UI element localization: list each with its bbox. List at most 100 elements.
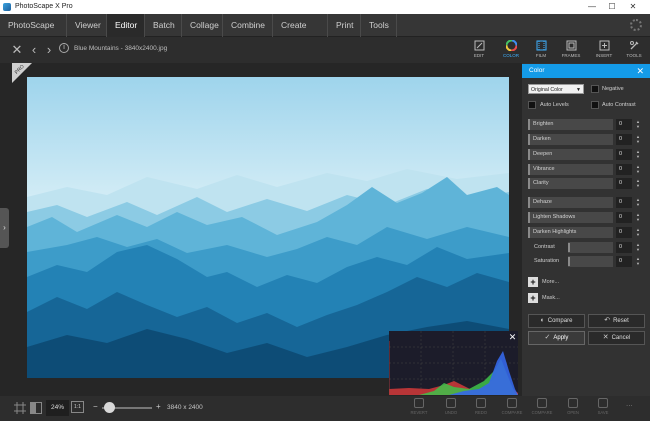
zoom-slider-knob[interactable]	[104, 402, 115, 413]
image-canvas: PRO › ✕	[0, 63, 522, 396]
settings-gear-icon[interactable]	[630, 19, 642, 31]
compare-split-button[interactable]: COMPARE	[528, 398, 556, 415]
redo-button[interactable]: REDO	[467, 398, 495, 415]
saturation-value-input[interactable]: 0	[616, 256, 632, 267]
auto-contrast-checkbox[interactable]	[591, 101, 599, 109]
menu-collage[interactable]: Collage	[182, 14, 223, 37]
darken-stepper-icon[interactable]: ▲ ▼	[634, 134, 642, 145]
compare-button[interactable]: ◐ Compare	[528, 314, 585, 328]
save-icon	[598, 398, 608, 408]
auto-levels-checkbox[interactable]	[528, 101, 536, 109]
brighten-value-input[interactable]: 0	[616, 119, 632, 130]
compare-toggle-button[interactable]: COMPARE	[498, 398, 526, 415]
deepen-slider[interactable]: Deepen	[528, 149, 613, 160]
menu-batch[interactable]: Batch	[145, 14, 182, 37]
tool-insert[interactable]: INSERT	[589, 39, 619, 63]
menu-tools[interactable]: Tools	[361, 14, 397, 37]
bottom-toolbar: 24% 1:1 − + 3840 x 2400 REVERT UNDO REDO…	[0, 396, 650, 421]
tool-edit[interactable]: EDIT	[464, 39, 494, 63]
menu-photoscape-x[interactable]: PhotoScape X	[0, 14, 67, 53]
menu-editor[interactable]: Editor	[107, 14, 145, 37]
darken-highlights-value-input[interactable]: 0	[616, 227, 632, 238]
negative-checkbox[interactable]	[591, 85, 599, 93]
chevron-down-icon: ▼	[576, 87, 581, 93]
info-icon[interactable]: i	[59, 43, 69, 53]
saturation-slider[interactable]	[568, 256, 613, 267]
vibrance-slider[interactable]: Vibrance	[528, 164, 613, 175]
close-image-icon[interactable]: ✕	[11, 42, 23, 58]
next-image-icon[interactable]: ›	[43, 42, 55, 57]
undo-button[interactable]: UNDO	[437, 398, 465, 415]
zoom-out-button[interactable]: −	[93, 402, 98, 411]
tool-film[interactable]: FILM	[526, 39, 556, 63]
compare-split-label: COMPARE	[531, 410, 553, 415]
save-button[interactable]: SAVE	[589, 398, 617, 415]
color-preset-value: Original Color	[531, 87, 563, 93]
dehaze-value-input[interactable]: 0	[616, 197, 632, 208]
more-plus-icon[interactable]: +	[528, 277, 538, 287]
clarity-value-input[interactable]: 0	[616, 178, 632, 189]
cancel-button[interactable]: ✕ Cancel	[588, 331, 645, 345]
vibrance-stepper-icon[interactable]: ▲ ▼	[634, 164, 642, 175]
more-button[interactable]: More...	[542, 279, 559, 285]
lighten-shadows-slider[interactable]: Lighten Shadows	[528, 212, 613, 223]
previous-image-icon[interactable]: ‹	[28, 42, 40, 57]
menu-combine[interactable]: Combine	[223, 14, 273, 37]
color-panel-close-button[interactable]: ✕	[636, 64, 644, 78]
mask-button[interactable]: Mask...	[542, 295, 560, 301]
brighten-slider[interactable]: Brighten	[528, 119, 613, 130]
lighten-shadows-value-input[interactable]: 0	[616, 212, 632, 223]
contrast-value-input[interactable]: 0	[616, 242, 632, 253]
image-filename: Blue Mountains - 3840x2400.jpg	[74, 45, 168, 52]
color-panel: Color ✕ Original Color ▼ Negative Auto L…	[522, 63, 650, 396]
side-panel-toggle[interactable]: ›	[0, 208, 9, 248]
minimize-button[interactable]: —	[586, 2, 598, 12]
contrast-stepper-icon[interactable]: ▲ ▼	[634, 242, 642, 253]
open-button[interactable]: OPEN	[559, 398, 587, 415]
maximize-button[interactable]: ☐	[606, 2, 618, 12]
dehaze-slider[interactable]: Dehaze	[528, 197, 613, 208]
deepen-value-input[interactable]: 0	[616, 149, 632, 160]
tool-color[interactable]: COLOR	[496, 39, 526, 63]
mask-plus-icon[interactable]: +	[528, 293, 538, 303]
reset-button[interactable]: ↶ Reset	[588, 314, 645, 328]
clarity-stepper-icon[interactable]: ▲ ▼	[634, 178, 642, 189]
brighten-stepper-icon[interactable]: ▲ ▼	[634, 119, 642, 130]
zoom-level[interactable]: 24%	[46, 400, 69, 416]
revert-button[interactable]: REVERT	[405, 398, 433, 415]
contrast-slider-thumb[interactable]	[568, 243, 570, 252]
close-window-button[interactable]: ✕	[627, 2, 639, 12]
color-panel-header: Color ✕	[522, 64, 650, 78]
darken-slider[interactable]: Darken	[528, 134, 613, 145]
zoom-in-button[interactable]: +	[156, 402, 161, 411]
darken-value-input[interactable]: 0	[616, 134, 632, 145]
tool-tools[interactable]: TOOLS	[619, 39, 649, 63]
menu-print[interactable]: Print	[328, 14, 361, 37]
saturation-slider-thumb[interactable]	[568, 257, 570, 266]
actual-size-button[interactable]: 1:1	[71, 401, 84, 413]
darken-highlights-stepper-icon[interactable]: ▲ ▼	[634, 227, 642, 238]
redo-icon	[476, 398, 486, 408]
saturation-stepper-icon[interactable]: ▲ ▼	[634, 256, 642, 267]
tool-frames[interactable]: FRAMES	[556, 39, 586, 63]
redo-label: REDO	[474, 410, 488, 415]
histogram-close-button[interactable]: ✕	[507, 332, 518, 343]
undo-icon	[446, 398, 456, 408]
menu-viewer[interactable]: Viewer	[67, 14, 107, 37]
darken-highlights-slider[interactable]: Darken Highlights	[528, 227, 613, 238]
vibrance-value-input[interactable]: 0	[616, 164, 632, 175]
lighten-shadows-stepper-icon[interactable]: ▲ ▼	[634, 212, 642, 223]
contrast-slider[interactable]	[568, 242, 613, 253]
more-options-icon[interactable]: ...	[626, 399, 633, 408]
clarity-slider[interactable]: Clarity	[528, 178, 613, 189]
split-view-icon[interactable]	[30, 402, 42, 414]
dehaze-stepper-icon[interactable]: ▲ ▼	[634, 197, 642, 208]
color-preset-select[interactable]: Original Color ▼	[528, 84, 584, 94]
apply-button[interactable]: ✓ Apply	[528, 331, 585, 345]
tools-icon	[629, 41, 638, 50]
app-logo-icon	[3, 3, 11, 11]
menu-create-gif[interactable]: Create GIF	[273, 14, 328, 53]
crop-grid-icon[interactable]	[14, 402, 26, 414]
apply-button-label: Apply	[553, 335, 569, 341]
deepen-stepper-icon[interactable]: ▲ ▼	[634, 149, 642, 160]
